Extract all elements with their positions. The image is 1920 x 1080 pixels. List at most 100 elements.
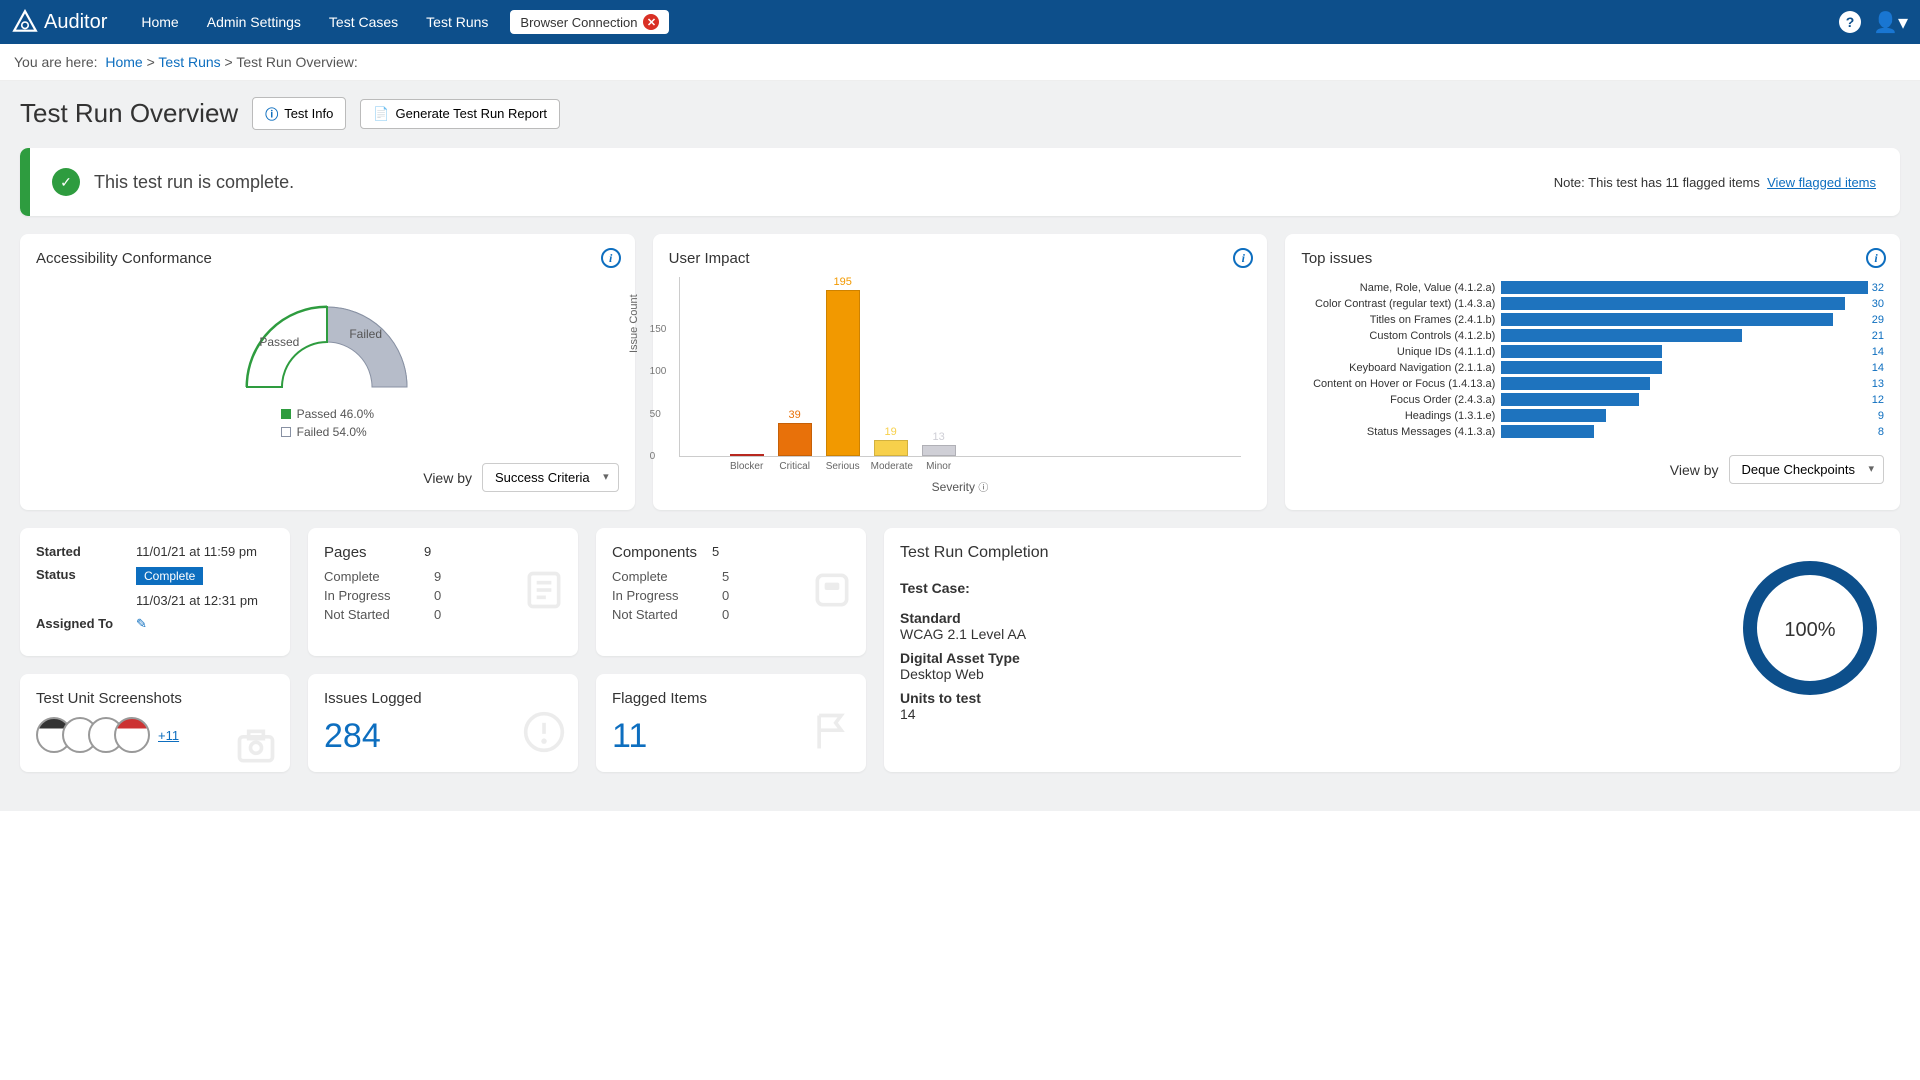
assigned-label: Assigned To <box>36 616 136 632</box>
alert-icon <box>522 710 566 754</box>
info-icon[interactable]: i <box>601 248 621 268</box>
failed-label: Failed <box>349 327 382 341</box>
components-card: Components5 Complete5 In Progress0 Not S… <box>596 528 866 656</box>
complete-value: 9 <box>434 569 441 584</box>
screenshots-card: Test Unit Screenshots +11 <box>20 674 290 772</box>
status-card: Started11/01/21 at 11:59 pm StatusComple… <box>20 528 290 656</box>
notstarted-value: 0 <box>722 607 729 622</box>
close-icon: ✕ <box>643 14 659 30</box>
completion-pct: 100% <box>1784 619 1835 641</box>
inprogress-label: In Progress <box>324 588 434 603</box>
inprogress-label: In Progress <box>612 588 722 603</box>
screenshots-title: Test Unit Screenshots <box>36 690 274 707</box>
top-issues-card: Top issues i Name, Role, Value (4.1.2.a)… <box>1285 234 1900 510</box>
brand-name: Auditor <box>44 11 107 34</box>
nav-links: Home Admin Settings Test Cases Test Runs <box>127 2 502 42</box>
conformance-gauge: Passed Failed <box>227 287 427 397</box>
test-info-label: Test Info <box>284 106 333 121</box>
user-menu-icon[interactable]: 👤▾ <box>1873 10 1908 35</box>
more-screenshots-link[interactable]: +11 <box>158 728 179 743</box>
nav-test-cases[interactable]: Test Cases <box>315 2 412 42</box>
pages-total: 9 <box>424 544 562 561</box>
standard-value: WCAG 2.1 Level AA <box>900 626 1884 642</box>
started-value: 11/01/21 at 11:59 pm <box>136 544 274 559</box>
edit-pencil-icon[interactable]: ✎ <box>136 616 147 631</box>
check-icon: ✓ <box>52 168 80 196</box>
generate-report-label: Generate Test Run Report <box>396 106 548 121</box>
breadcrumb-test-runs[interactable]: Test Runs <box>158 54 220 70</box>
inprogress-value: 0 <box>434 588 441 603</box>
nav-test-runs[interactable]: Test Runs <box>412 2 502 42</box>
top-issues-chart: Name, Role, Value (4.1.2.a)32Color Contr… <box>1301 277 1884 445</box>
asset-value: Desktop Web <box>900 666 1884 682</box>
page-header: Test Run Overview ⓘ Test Info 📄 Generate… <box>20 97 1900 130</box>
completion-card: Test Run Completion Test Case: Standard … <box>884 528 1900 772</box>
completion-ring: 100% <box>1740 558 1880 698</box>
complete-label: Complete <box>612 569 722 584</box>
xlabel: Severity <box>932 480 975 494</box>
components-title: Components <box>612 544 712 561</box>
completion-title: Test Run Completion <box>900 544 1884 562</box>
nav-home[interactable]: Home <box>127 2 192 42</box>
help-icon[interactable]: ? <box>1839 11 1861 33</box>
top-issues-view-by-select[interactable]: Deque Checkpoints <box>1729 455 1884 484</box>
breadcrumb-current: Test Run Overview: <box>236 54 357 70</box>
notstarted-label: Not Started <box>324 607 434 622</box>
components-total: 5 <box>712 544 850 561</box>
browser-connection-badge[interactable]: Browser Connection ✕ <box>510 10 669 34</box>
conformance-legend: Passed 46.0% Failed 54.0% <box>281 407 374 443</box>
status-badge: Complete <box>136 567 203 585</box>
document-icon: 📄 <box>373 106 389 122</box>
status-date: 11/03/21 at 12:31 pm <box>136 593 274 608</box>
info-icon[interactable]: i <box>1866 248 1886 268</box>
breadcrumb-home[interactable]: Home <box>105 54 142 70</box>
browser-connection-label: Browser Connection <box>520 15 637 30</box>
flagged-items-card: Flagged Items 11 <box>596 674 866 772</box>
banner-message: This test run is complete. <box>94 172 294 193</box>
conformance-view-by-select[interactable]: Success Criteria <box>482 463 619 492</box>
info-small-icon: ⓘ <box>978 483 988 494</box>
top-nav: Auditor Home Admin Settings Test Cases T… <box>0 0 1920 44</box>
brand-logo: Auditor <box>12 9 107 35</box>
pages-card: Pages9 Complete9 In Progress0 Not Starte… <box>308 528 578 656</box>
issues-logged-card: Issues Logged 284 <box>308 674 578 772</box>
conformance-card: Accessibility Conformance i Passed Faile… <box>20 234 635 510</box>
complete-label: Complete <box>324 569 434 584</box>
units-value: 14 <box>900 706 1884 722</box>
pages-title: Pages <box>324 544 424 561</box>
banner-note: Note: This test has 11 flagged items Vie… <box>1554 175 1876 190</box>
user-impact-chart: Issue Count 050100150Blocker39Critical19… <box>679 277 1242 457</box>
asset-label: Digital Asset Type <box>900 650 1884 666</box>
info-icon: ⓘ <box>265 104 278 123</box>
thumb-4[interactable] <box>114 717 150 753</box>
view-by-label: View by <box>423 470 472 486</box>
pages-icon <box>522 568 566 612</box>
components-icon <box>810 568 854 612</box>
user-impact-card: User Impact i Issue Count 050100150Block… <box>653 234 1268 510</box>
complete-value: 5 <box>722 569 729 584</box>
generate-report-button[interactable]: 📄 Generate Test Run Report <box>360 99 560 129</box>
view-by-label: View by <box>1670 462 1719 478</box>
notstarted-value: 0 <box>434 607 441 622</box>
breadcrumb-prefix: You are here: <box>14 54 98 70</box>
ylabel: Issue Count <box>628 294 640 353</box>
nav-admin-settings[interactable]: Admin Settings <box>193 2 315 42</box>
units-label: Units to test <box>900 690 1884 706</box>
banner-note-text: Note: This test has 11 flagged items <box>1554 175 1760 190</box>
flagged-title: Flagged Items <box>612 690 850 707</box>
banner-accent <box>20 148 30 216</box>
top-issues-title: Top issues <box>1301 250 1884 267</box>
conformance-title: Accessibility Conformance <box>36 250 619 267</box>
completion-banner: ✓ This test run is complete. Note: This … <box>20 148 1900 216</box>
breadcrumb: You are here: Home > Test Runs > Test Ru… <box>0 44 1920 81</box>
standard-label: Standard <box>900 610 1884 626</box>
view-flagged-link[interactable]: View flagged items <box>1767 175 1876 190</box>
passed-label: Passed <box>259 335 299 349</box>
logo-icon <box>12 9 38 35</box>
test-case-label: Test Case: <box>900 580 1884 596</box>
page-title: Test Run Overview <box>20 98 238 129</box>
started-label: Started <box>36 544 136 559</box>
legend-passed: Passed 46.0% <box>297 407 374 421</box>
notstarted-label: Not Started <box>612 607 722 622</box>
test-info-button[interactable]: ⓘ Test Info <box>252 97 346 130</box>
